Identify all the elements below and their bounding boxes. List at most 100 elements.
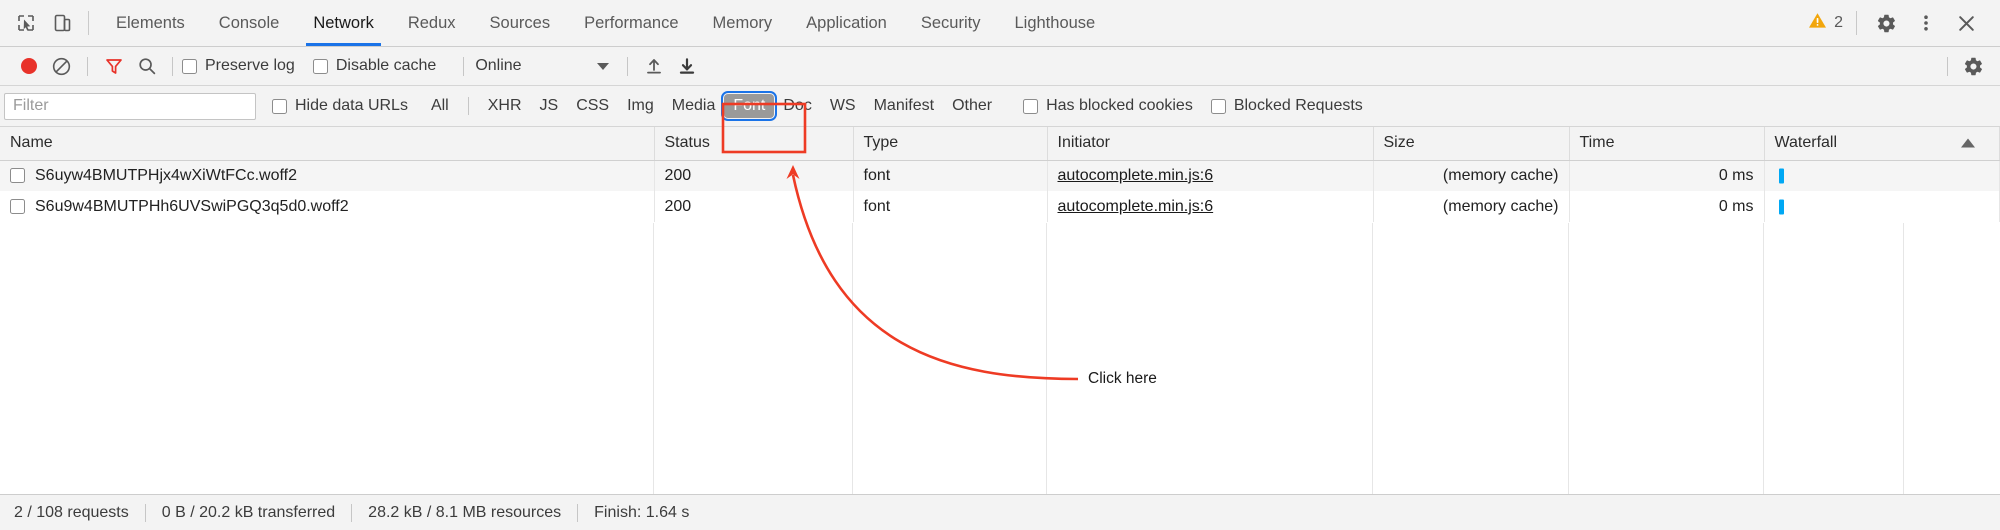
- tab-security[interactable]: Security: [904, 0, 998, 46]
- status-finish: Finish: 1.64 s: [594, 503, 690, 521]
- tab-label: Sources: [489, 13, 551, 32]
- cell-size: (memory cache): [1373, 160, 1570, 191]
- filter-type-media[interactable]: Media: [663, 94, 725, 118]
- initiator-link[interactable]: autocomplete.min.js:6: [1058, 198, 1214, 215]
- record-button[interactable]: [12, 50, 45, 83]
- checkbox-box: [312, 58, 328, 74]
- tab-memory[interactable]: Memory: [696, 0, 790, 46]
- has-blocked-cookies-checkbox[interactable]: Has blocked cookies: [1023, 97, 1193, 115]
- toolbar-divider: [87, 56, 88, 76]
- warning-count: 2: [1834, 14, 1843, 31]
- inspect-element-icon[interactable]: [8, 0, 44, 46]
- column-header-waterfall-label: Waterfall: [1774, 134, 1838, 152]
- column-header-time[interactable]: Time: [1569, 127, 1765, 161]
- column-header-type[interactable]: Type: [853, 127, 1048, 161]
- filter-type-ws[interactable]: WS: [821, 94, 865, 118]
- toolbar-divider-4: [627, 56, 629, 76]
- table-header-row: Name Status Type Initiator Size Time Wat…: [0, 127, 2000, 161]
- hide-data-urls-checkbox[interactable]: Hide data URLs: [272, 97, 408, 115]
- devtools-window: Elements Console Network Redux Sources P…: [0, 0, 2000, 530]
- tab-application[interactable]: Application: [789, 0, 904, 46]
- filter-type-manifest[interactable]: Manifest: [865, 94, 943, 118]
- preserve-log-label: Preserve log: [205, 57, 295, 74]
- filter-type-all[interactable]: All: [422, 94, 458, 118]
- checkbox-box: [182, 58, 197, 74]
- tab-console[interactable]: Console: [202, 0, 297, 46]
- initiator-link[interactable]: autocomplete.min.js:6: [1058, 167, 1214, 184]
- cell-type: font: [853, 191, 1048, 222]
- settings-gear-button[interactable]: [1866, 3, 1906, 43]
- waterfall-bar: [1778, 199, 1784, 214]
- filter-type-font[interactable]: Font: [721, 91, 778, 121]
- filter-type-doc[interactable]: Doc: [774, 94, 820, 118]
- filter-type-css[interactable]: CSS: [567, 94, 618, 118]
- tab-label: Security: [920, 13, 981, 32]
- clear-button[interactable]: [45, 50, 78, 83]
- network-request-table-wrapper: Name Status Type Initiator Size Time Wat…: [0, 127, 2000, 494]
- checkbox-box: [272, 98, 287, 114]
- filter-type-other[interactable]: Other: [943, 94, 1001, 118]
- tabbar-right-controls: 2: [1808, 0, 2000, 46]
- tab-performance[interactable]: Performance: [567, 0, 695, 46]
- throttling-value: Online: [475, 57, 522, 74]
- warning-triangle-icon: [1808, 11, 1827, 35]
- filter-bar: Hide data URLs All XHR JS CSS Img Media …: [0, 86, 2000, 127]
- filter-type-img[interactable]: Img: [618, 94, 663, 118]
- export-har-button[interactable]: [670, 50, 703, 83]
- tab-label: Elements: [116, 13, 185, 32]
- tab-label: Console: [218, 13, 280, 32]
- table-row[interactable]: S6uyw4BMUTPHjx4wXiWtFCc.woff2 200 font a…: [0, 160, 2000, 191]
- network-status-bar: 2 / 108 requests 0 B / 20.2 kB transferr…: [0, 494, 2000, 530]
- tab-sources[interactable]: Sources: [473, 0, 568, 46]
- network-settings-gear-icon[interactable]: [1957, 50, 1990, 83]
- cell-initiator: autocomplete.min.js:6: [1047, 160, 1374, 191]
- tab-lighthouse[interactable]: Lighthouse: [997, 0, 1112, 46]
- device-toolbar-icon[interactable]: [44, 0, 80, 46]
- toolbar-divider-3: [463, 56, 465, 76]
- throttling-dropdown[interactable]: Online: [475, 57, 610, 75]
- tab-network[interactable]: Network: [296, 0, 391, 46]
- import-har-button[interactable]: [637, 50, 670, 83]
- filter-divider: [467, 97, 469, 115]
- row-checkbox[interactable]: [10, 168, 25, 184]
- filter-type-js[interactable]: JS: [531, 94, 568, 118]
- column-header-waterfall[interactable]: Waterfall: [1764, 127, 2000, 161]
- tab-label: Memory: [712, 13, 773, 32]
- cell-size: (memory cache): [1373, 191, 1570, 222]
- tab-label: Lighthouse: [1014, 13, 1096, 32]
- filter-funnel-icon[interactable]: [97, 50, 130, 83]
- cell-waterfall: [1764, 160, 2000, 191]
- tabbar-divider: [88, 11, 89, 35]
- close-devtools-button[interactable]: [1946, 3, 1986, 43]
- devtools-tabbar: Elements Console Network Redux Sources P…: [0, 0, 2000, 47]
- status-transferred: 0 B / 20.2 kB transferred: [146, 503, 353, 522]
- request-name: S6u9w4BMUTPHh6UVSwiPGQ3q5d0.woff2: [35, 197, 349, 215]
- table-row[interactable]: S6u9w4BMUTPHh6UVSwiPGQ3q5d0.woff2 200 fo…: [0, 191, 2000, 222]
- column-header-size[interactable]: Size: [1373, 127, 1570, 161]
- panel-tabs: Elements Console Network Redux Sources P…: [99, 0, 1112, 46]
- column-header-status[interactable]: Status: [654, 127, 854, 161]
- hide-data-urls-label: Hide data URLs: [295, 97, 408, 114]
- tab-elements[interactable]: Elements: [99, 0, 202, 46]
- empty-column-guides: [0, 223, 2000, 494]
- tab-redux[interactable]: Redux: [391, 0, 473, 46]
- cell-waterfall: [1764, 191, 2000, 222]
- search-icon[interactable]: [130, 50, 163, 83]
- blocked-requests-checkbox[interactable]: Blocked Requests: [1210, 97, 1363, 115]
- warning-indicator[interactable]: 2: [1808, 11, 1857, 35]
- cell-name: S6u9w4BMUTPHh6UVSwiPGQ3q5d0.woff2: [0, 191, 655, 222]
- filter-input[interactable]: [4, 92, 256, 120]
- disable-cache-checkbox[interactable]: Disable cache: [312, 57, 436, 75]
- more-options-button[interactable]: [1906, 3, 1946, 43]
- cell-time: 0 ms: [1569, 160, 1765, 191]
- cell-name: S6uyw4BMUTPHjx4wXiWtFCc.woff2: [0, 160, 655, 191]
- network-request-table: Name Status Type Initiator Size Time Wat…: [0, 127, 2000, 222]
- toolbar-divider-5: [1947, 56, 1948, 76]
- filter-type-xhr[interactable]: XHR: [479, 94, 531, 118]
- row-checkbox[interactable]: [10, 199, 25, 214]
- network-toolbar: Preserve log Disable cache Online: [0, 47, 2000, 86]
- status-resources: 28.2 kB / 8.1 MB resources: [352, 503, 579, 522]
- column-header-initiator[interactable]: Initiator: [1047, 127, 1374, 161]
- preserve-log-checkbox[interactable]: Preserve log: [182, 57, 295, 75]
- column-header-name[interactable]: Name: [0, 127, 655, 161]
